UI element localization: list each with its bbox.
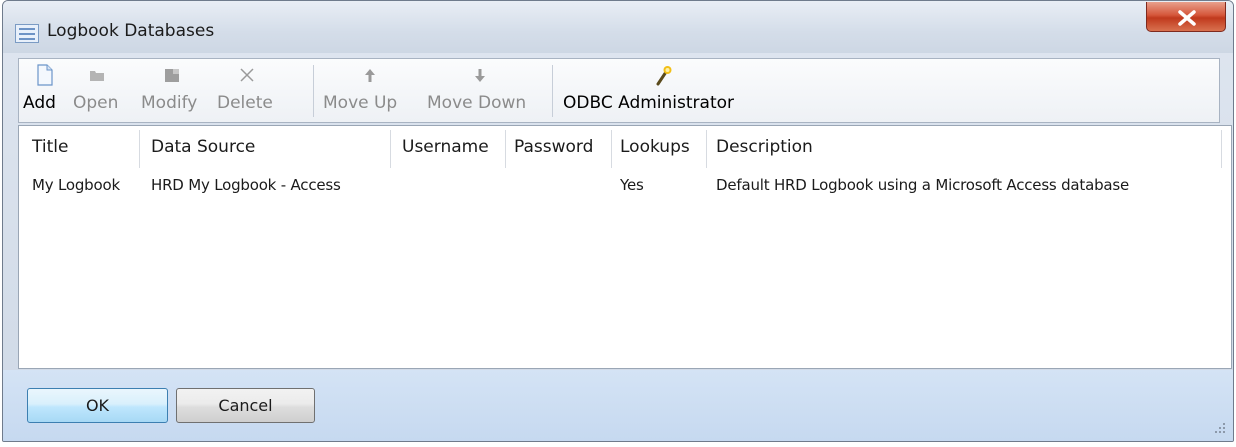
close-button[interactable] xyxy=(1146,2,1226,32)
column-header-data-source[interactable]: Data Source xyxy=(151,137,255,157)
arrow-up-icon xyxy=(365,69,375,82)
table-row[interactable]: My Logbook HRD My Logbook - Access Yes D… xyxy=(19,176,1231,202)
column-header-password[interactable]: Password xyxy=(514,137,593,157)
window-title: Logbook Databases xyxy=(47,21,215,41)
resize-grip[interactable] xyxy=(1213,421,1225,433)
logbook-databases-dialog: Logbook Databases Add Open Modify Delete… xyxy=(2,0,1234,442)
logbook-list[interactable]: Title Data Source Username Password Look… xyxy=(18,125,1232,369)
arrow-down-icon xyxy=(475,69,485,82)
button-bar: OK Cancel xyxy=(3,370,1233,441)
cell-lookups: Yes xyxy=(620,176,644,194)
cell-data-source: HRD My Logbook - Access xyxy=(151,176,341,194)
odbc-administrator-button[interactable]: ODBC Administrator xyxy=(563,63,759,117)
ok-button[interactable]: OK xyxy=(27,388,168,423)
column-header-username[interactable]: Username xyxy=(402,137,489,157)
cell-description: Default HRD Logbook using a Microsoft Ac… xyxy=(716,176,1130,194)
column-header-title[interactable]: Title xyxy=(32,137,68,157)
title-bar[interactable]: Logbook Databases xyxy=(3,1,1233,53)
move-down-button[interactable]: Move Down xyxy=(427,63,541,117)
cancel-button[interactable]: Cancel xyxy=(176,388,315,423)
column-header-row: Title Data Source Username Password Look… xyxy=(19,126,1231,170)
edit-icon xyxy=(165,69,179,82)
toolbar-separator xyxy=(313,65,314,117)
add-button[interactable]: Add xyxy=(23,63,63,117)
column-header-lookups[interactable]: Lookups xyxy=(620,137,690,157)
toolbar-separator xyxy=(552,65,553,117)
modify-button[interactable]: Modify xyxy=(141,63,205,117)
cell-title: My Logbook xyxy=(32,176,120,194)
window-icon xyxy=(15,24,39,43)
wand-icon xyxy=(656,66,672,86)
column-header-description[interactable]: Description xyxy=(716,137,813,157)
delete-button[interactable]: Delete xyxy=(217,63,277,117)
close-icon xyxy=(1178,10,1196,26)
folder-icon xyxy=(90,71,104,81)
new-document-icon xyxy=(37,64,53,86)
delete-icon xyxy=(240,68,254,82)
toolbar: Add Open Modify Delete Move Up Move Down… xyxy=(18,58,1220,123)
move-up-button[interactable]: Move Up xyxy=(323,63,419,117)
open-button[interactable]: Open xyxy=(73,63,123,117)
